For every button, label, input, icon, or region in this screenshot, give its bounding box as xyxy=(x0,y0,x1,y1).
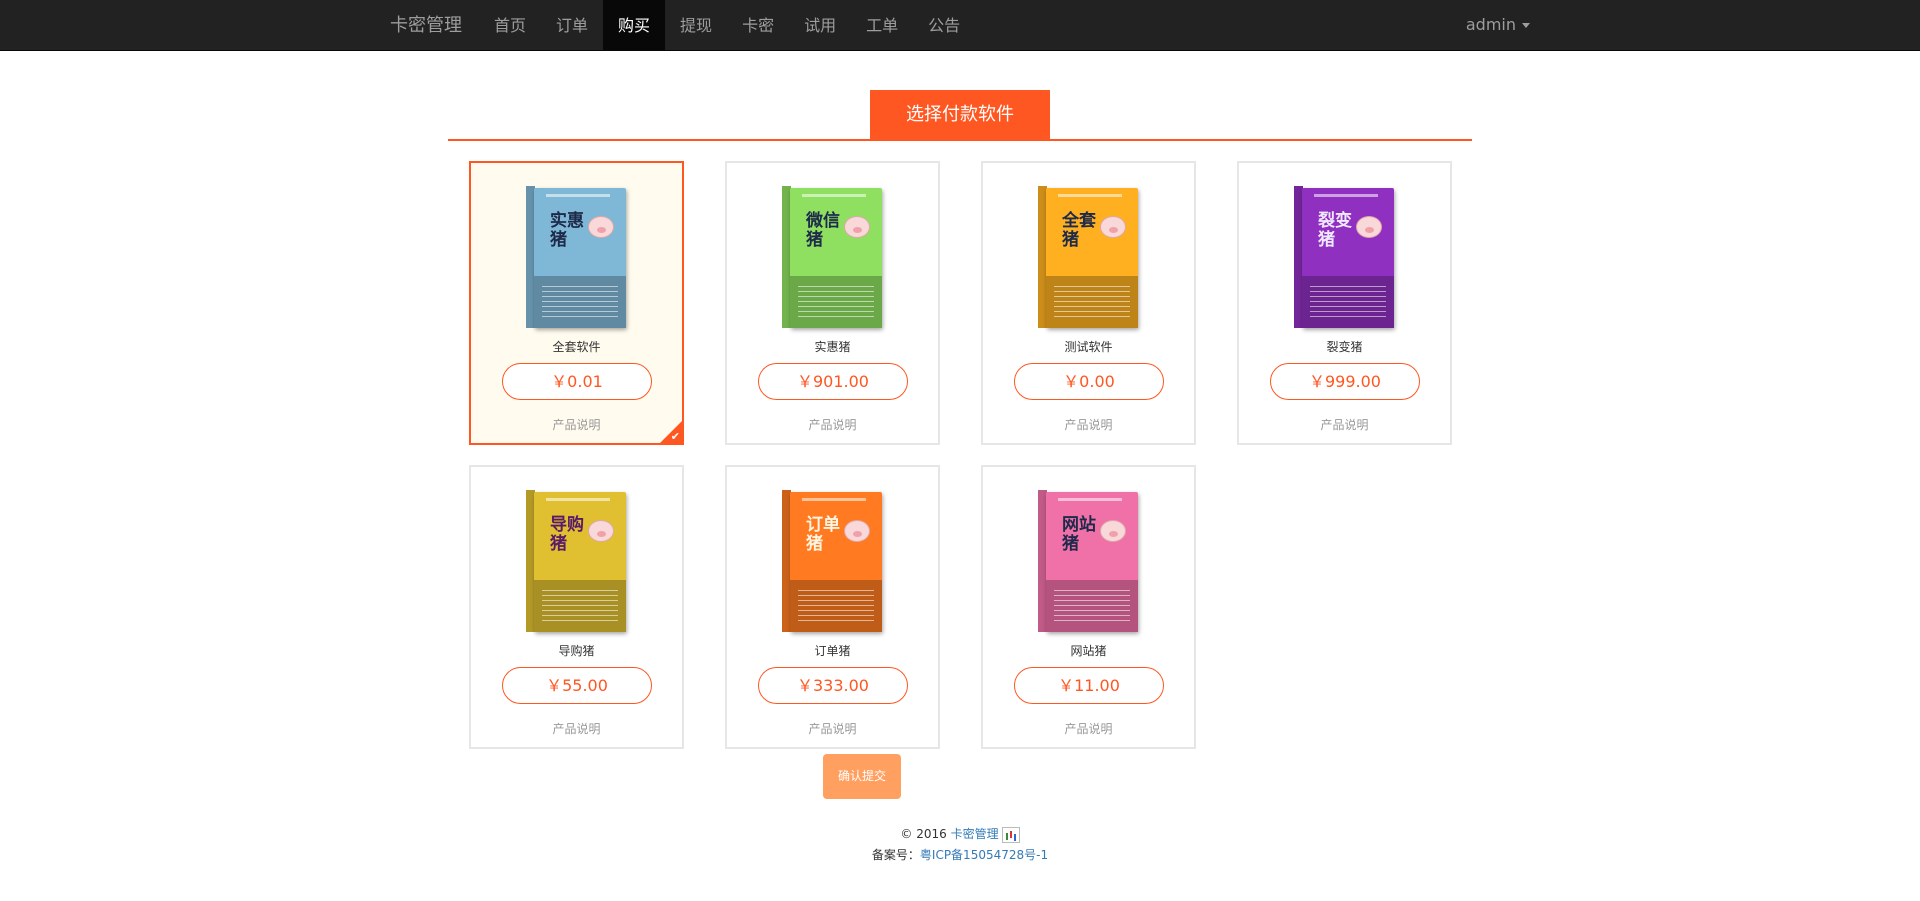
caret-down-icon xyxy=(1522,23,1530,28)
user-name: admin xyxy=(1465,15,1516,34)
product-description-link[interactable]: 产品说明 xyxy=(727,416,938,433)
product-price-button[interactable]: ￥333.00 xyxy=(758,667,908,704)
product-price-button[interactable]: ￥11.00 xyxy=(1014,667,1164,704)
product-box-image: 微信猪 xyxy=(782,182,887,330)
product-price-button[interactable]: ￥999.00 xyxy=(1270,363,1420,400)
icp-label: 备案号： xyxy=(871,848,920,862)
product-box-title: 全套猪 xyxy=(1062,211,1096,250)
product-box-image: 订单猪 xyxy=(782,486,887,634)
product-name: 测试软件 xyxy=(1064,340,1113,354)
product-card[interactable]: 微信猪 实惠猪 ￥901.00 产品说明 xyxy=(725,161,940,445)
product-box-title: 网站猪 xyxy=(1062,515,1096,554)
nav-item-tickets[interactable]: 工单 xyxy=(851,0,913,51)
product-card[interactable]: 网站猪 网站猪 ￥11.00 产品说明 xyxy=(981,465,1196,749)
navbar-brand[interactable]: 卡密管理 xyxy=(390,0,462,51)
product-description-link[interactable]: 产品说明 xyxy=(471,720,682,737)
product-description-link[interactable]: 产品说明 xyxy=(471,416,682,433)
icp-link[interactable]: 粤ICP备15054728号-1 xyxy=(920,848,1048,862)
nav-item-notices[interactable]: 公告 xyxy=(913,0,975,51)
user-menu-dropdown[interactable]: admin xyxy=(1466,0,1530,51)
nav-item-trial[interactable]: 试用 xyxy=(789,0,851,51)
product-description-link[interactable]: 产品说明 xyxy=(983,720,1194,737)
product-box-title: 实惠猪 xyxy=(550,211,584,250)
product-name: 裂变猪 xyxy=(1326,340,1363,354)
pig-icon xyxy=(1100,216,1126,238)
nav-item-orders[interactable]: 订单 xyxy=(541,0,603,51)
nav-item-cards[interactable]: 卡密 xyxy=(727,0,789,51)
product-name: 全套软件 xyxy=(552,340,601,354)
pig-icon xyxy=(844,216,870,238)
product-card[interactable]: 订单猪 订单猪 ￥333.00 产品说明 xyxy=(725,465,940,749)
copyright-text: © 2016 xyxy=(900,827,947,841)
product-card[interactable]: 实惠猪 全套软件 ￥0.01 产品说明 ✔ xyxy=(469,161,684,445)
product-box-title: 裂变猪 xyxy=(1318,211,1352,250)
pig-icon xyxy=(588,520,614,542)
navbar-container: 卡密管理 首页 订单 购买 提现 卡密 试用 工单 公告 admin xyxy=(375,0,1545,51)
product-name: 网站猪 xyxy=(1070,644,1107,658)
product-price-button[interactable]: ￥0.01 xyxy=(502,363,652,400)
product-card[interactable]: 全套猪 测试软件 ￥0.00 产品说明 xyxy=(981,161,1196,445)
section-header: 选择付款软件 xyxy=(448,90,1472,141)
product-card[interactable]: 导购猪 导购猪 ￥55.00 产品说明 xyxy=(469,465,684,749)
section-title: 选择付款软件 xyxy=(870,90,1050,139)
pig-icon xyxy=(1100,520,1126,542)
footer-brand-link[interactable]: 卡密管理 xyxy=(951,827,999,841)
product-description-link[interactable]: 产品说明 xyxy=(1239,416,1450,433)
product-box-image: 全套猪 xyxy=(1038,182,1143,330)
nav-menu: 首页 订单 购买 提现 卡密 试用 工单 公告 xyxy=(479,0,975,51)
product-box-title: 导购猪 xyxy=(550,515,584,554)
pig-icon xyxy=(588,216,614,238)
pig-icon xyxy=(844,520,870,542)
nav-item-buy[interactable]: 购买 xyxy=(603,0,666,51)
nav-item-home[interactable]: 首页 xyxy=(479,0,541,51)
top-navbar: 卡密管理 首页 订单 购买 提现 卡密 试用 工单 公告 admin xyxy=(0,0,1920,51)
product-description-link[interactable]: 产品说明 xyxy=(983,416,1194,433)
nav-item-withdraw[interactable]: 提现 xyxy=(665,0,727,51)
product-box-image: 裂变猪 xyxy=(1294,182,1399,330)
confirm-submit-button[interactable]: 确认提交 xyxy=(823,754,901,799)
footer-icp-line: 备案号：粤ICP备15054728号-1 xyxy=(0,845,1920,866)
product-card[interactable]: 裂变猪 裂变猪 ￥999.00 产品说明 xyxy=(1237,161,1452,445)
product-description-link[interactable]: 产品说明 xyxy=(727,720,938,737)
product-price-button[interactable]: ￥901.00 xyxy=(758,363,908,400)
product-box-image: 网站猪 xyxy=(1038,486,1143,634)
product-box-title: 订单猪 xyxy=(806,515,840,554)
page-footer: © 2016 卡密管理 备案号：粤ICP备15054728号-1 xyxy=(0,824,1920,866)
footer-copyright-line: © 2016 卡密管理 xyxy=(0,824,1920,845)
product-name: 导购猪 xyxy=(558,644,595,658)
product-name: 实惠猪 xyxy=(814,340,851,354)
product-name: 订单猪 xyxy=(814,644,851,658)
pig-icon xyxy=(1356,216,1382,238)
stats-counter-icon[interactable] xyxy=(1001,826,1020,843)
product-price-button[interactable]: ￥0.00 xyxy=(1014,363,1164,400)
product-box-image: 导购猪 xyxy=(526,486,631,634)
checkmark-icon: ✔ xyxy=(670,430,680,443)
product-price-button[interactable]: ￥55.00 xyxy=(502,667,652,704)
product-box-image: 实惠猪 xyxy=(526,182,631,330)
product-box-title: 微信猪 xyxy=(806,211,840,250)
